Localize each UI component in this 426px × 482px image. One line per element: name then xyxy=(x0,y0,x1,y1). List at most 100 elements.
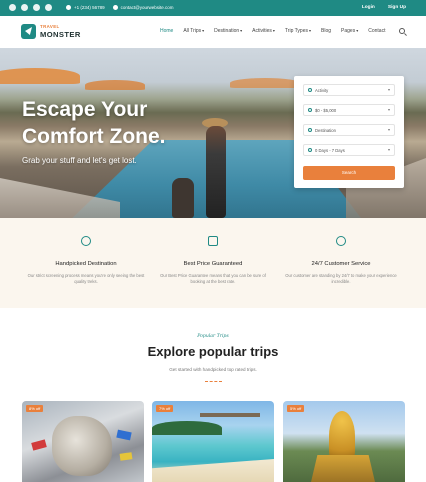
facebook-icon[interactable] xyxy=(9,4,16,11)
section-description: Get started with handpicked top rated tr… xyxy=(169,367,257,372)
contact-info: +1 (234) 56789 contact@yourwebsite.com xyxy=(66,4,174,12)
chevron-down-icon: ▾ xyxy=(202,28,205,33)
feature-description: Our Best Price Guarantee means that you … xyxy=(160,273,266,284)
nav-label: Blog xyxy=(321,28,332,34)
headset-icon xyxy=(336,236,346,246)
map-pin-icon xyxy=(81,236,91,246)
nav-label: Activities xyxy=(252,28,272,34)
nav-all-trips[interactable]: All Trips▾ xyxy=(183,28,204,34)
feature-title: 24/7 Customer Service xyxy=(311,261,371,267)
main-nav: Home All Trips▾ Destination▾ Activities▾… xyxy=(160,28,385,34)
email-address: contact@yourwebsite.com xyxy=(120,5,174,10)
trip-card[interactable]: 7% off xyxy=(152,401,274,482)
top-bar: +1 (234) 56789 contact@yourwebsite.com L… xyxy=(0,0,426,16)
signup-link[interactable]: Sign Up xyxy=(388,4,406,12)
logo-bottom-text: MONSTER xyxy=(40,30,81,39)
section-eyebrow: Popular Trips xyxy=(197,334,229,339)
activity-icon xyxy=(308,88,312,92)
field-label: Activity xyxy=(315,88,329,93)
chevron-down-icon: ▾ xyxy=(387,87,390,92)
chevron-down-icon: ▾ xyxy=(387,127,390,132)
activity-select[interactable]: Activity ▾ xyxy=(303,84,395,96)
feature-support: 24/7 Customer Service Our customer are s… xyxy=(273,236,409,285)
prayer-flag xyxy=(116,429,132,441)
price-select[interactable]: $0 - $5,000 ▾ xyxy=(303,104,395,116)
mail-icon xyxy=(112,5,118,11)
chevron-down-icon: ▾ xyxy=(356,28,359,33)
search-button[interactable]: Search xyxy=(303,166,395,180)
nav-label: Destination xyxy=(214,28,240,34)
prayer-flag xyxy=(119,452,133,461)
feature-description: Our customer are standing by 24/7 to mak… xyxy=(285,273,397,284)
section-divider xyxy=(205,379,222,382)
hero-subtitle: Grab your stuff and let's get lost. xyxy=(22,156,137,165)
nav-label: Trip Types xyxy=(284,28,308,34)
feature-handpicked: Handpicked Destination Our strict screen… xyxy=(18,236,154,285)
nav-trip-types[interactable]: Trip Types▾ xyxy=(285,28,311,34)
field-label: 0 Days - 7 Days xyxy=(315,148,345,153)
twitter-icon[interactable] xyxy=(21,4,28,11)
phone-icon xyxy=(66,5,71,11)
destination-select[interactable]: Destination ▾ xyxy=(303,124,395,136)
trip-image-temple xyxy=(311,455,375,482)
chevron-down-icon: ▾ xyxy=(387,147,390,152)
email-contact[interactable]: contact@yourwebsite.com xyxy=(112,4,174,12)
chevron-down-icon: ▾ xyxy=(272,28,275,33)
popular-trips-section: Popular Trips Explore popular trips Get … xyxy=(0,308,426,482)
hero-title: Escape Your Comfort Zone. xyxy=(22,96,222,150)
trip-image-pier xyxy=(200,413,260,417)
login-link[interactable]: Login xyxy=(362,4,375,12)
auth-links: Login Sign Up xyxy=(362,4,406,12)
discount-badge: 5% off xyxy=(287,405,305,412)
nav-contact[interactable]: Contact xyxy=(368,28,385,34)
hero-umbrella xyxy=(0,68,80,84)
social-links xyxy=(9,4,52,11)
trip-search-form: Activity ▾ $0 - $5,000 ▾ Destination ▾ 0… xyxy=(294,76,404,188)
trip-card[interactable]: 5% off xyxy=(283,401,405,482)
feature-title: Handpicked Destination xyxy=(55,261,117,267)
discount-badge: 7% off xyxy=(156,405,174,412)
nav-pages[interactable]: Pages▾ xyxy=(341,28,358,34)
hero-umbrella xyxy=(85,80,145,90)
site-header: TRAVEL MONSTER Home All Trips▾ Destinati… xyxy=(0,16,426,48)
field-label: $0 - $5,000 xyxy=(315,108,337,113)
chevron-down-icon: ▾ xyxy=(387,107,390,112)
hero-dog xyxy=(172,178,194,218)
nav-home[interactable]: Home xyxy=(160,28,173,34)
hero-title-line: Escape Your xyxy=(22,98,148,121)
hero-umbrella xyxy=(230,78,300,88)
field-label: Destination xyxy=(315,128,336,133)
nav-label: Pages xyxy=(341,28,356,34)
trip-image xyxy=(329,411,355,461)
nav-destination[interactable]: Destination▾ xyxy=(214,28,242,34)
nav-label: All Trips xyxy=(183,28,202,34)
hero-title-line: Comfort Zone. xyxy=(22,125,166,148)
nav-label: Contact xyxy=(368,28,386,34)
nav-blog[interactable]: Blog xyxy=(321,28,331,34)
nav-activities[interactable]: Activities▾ xyxy=(252,28,275,34)
feature-description: Our strict screening process means you'r… xyxy=(27,273,145,284)
clock-icon xyxy=(308,148,312,152)
phone-contact[interactable]: +1 (234) 56789 xyxy=(66,4,105,12)
location-icon xyxy=(308,128,312,132)
youtube-icon[interactable] xyxy=(45,4,52,11)
prayer-flag xyxy=(31,439,47,451)
logo-top-text: TRAVEL xyxy=(40,24,60,29)
discount-badge: 8% off xyxy=(26,405,44,412)
logo-plane-icon xyxy=(21,24,36,39)
chevron-down-icon: ▾ xyxy=(240,28,243,33)
feature-title: Best Price Guaranteed xyxy=(183,261,243,267)
features-section: Handpicked Destination Our strict screen… xyxy=(0,218,426,308)
instagram-icon[interactable] xyxy=(33,4,40,11)
chevron-down-icon: ▾ xyxy=(309,28,312,33)
trip-image-beach xyxy=(152,459,274,482)
phone-number: +1 (234) 56789 xyxy=(74,5,105,10)
section-title: Explore popular trips xyxy=(147,344,279,359)
price-tag-icon xyxy=(208,236,218,246)
trip-card[interactable]: 8% off xyxy=(22,401,144,482)
duration-select[interactable]: 0 Days - 7 Days ▾ xyxy=(303,144,395,156)
site-logo[interactable]: TRAVEL MONSTER xyxy=(21,22,83,42)
price-icon xyxy=(308,108,312,112)
trip-image xyxy=(152,421,222,435)
search-icon[interactable] xyxy=(399,28,405,34)
